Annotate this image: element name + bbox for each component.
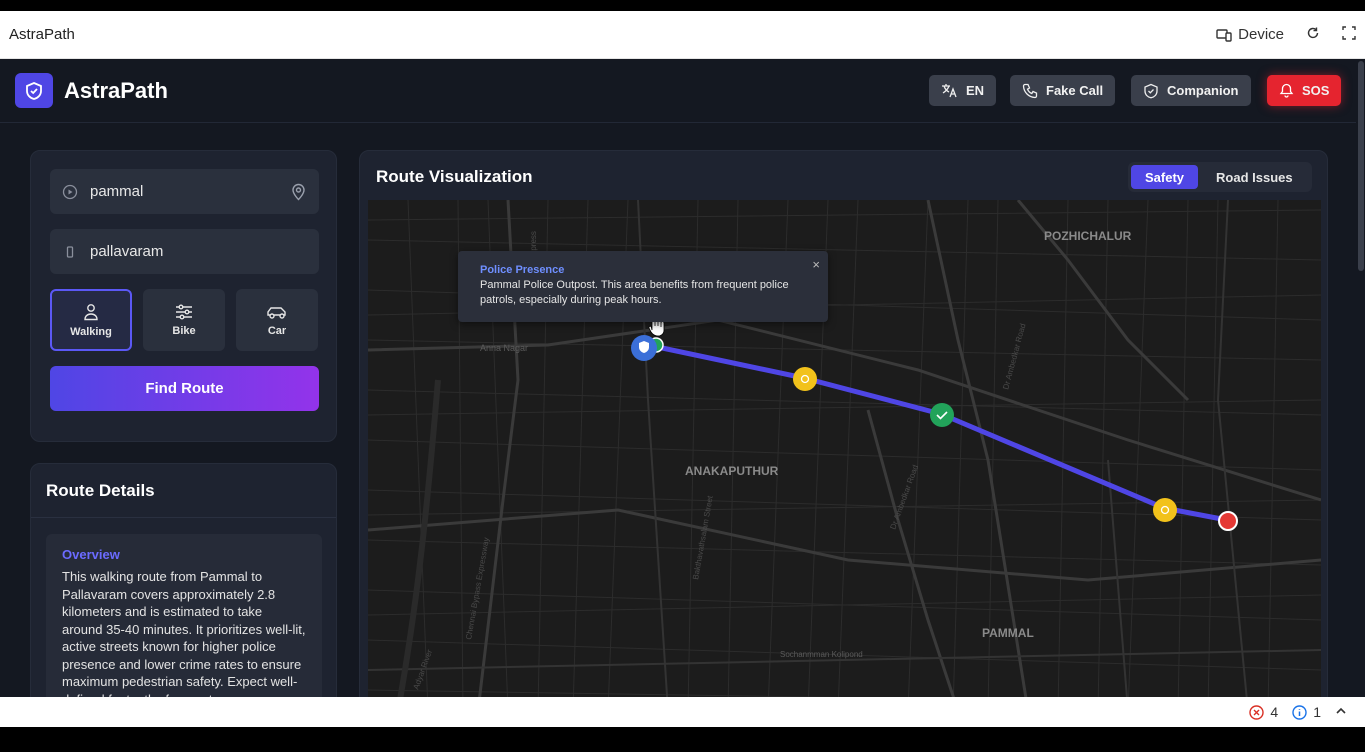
map-canvas[interactable]: POZHICHALUR ANAKAPUTHUR PAMMAL Anna Naga… (368, 200, 1321, 697)
find-route-button[interactable]: Find Route (50, 366, 319, 411)
translate-icon (942, 84, 957, 98)
caution-marker-2[interactable] (1153, 498, 1177, 522)
language-label: EN (966, 83, 985, 98)
app-root: AstraPath EN Fake Call Companion SOS pam… (0, 59, 1365, 697)
popup-body: Pammal Police Outpost. This area benefit… (480, 279, 789, 306)
overview-text: This walking route from Pammal to Pallav… (62, 569, 306, 697)
refresh-icon[interactable] (1306, 26, 1320, 44)
route-search-card: pammal pallavaram Walking Bike Car Find … (30, 150, 337, 442)
destination-marker[interactable] (1218, 511, 1238, 531)
device-icon (1216, 28, 1232, 42)
top-black-strip (0, 0, 1365, 11)
map-title: Route Visualization (376, 167, 533, 186)
tab-safety[interactable]: Safety (1131, 165, 1199, 189)
fake-call-label: Fake Call (1046, 83, 1104, 98)
mode-bike-label: Bike (172, 324, 196, 337)
sliders-icon (176, 304, 192, 319)
bottom-black-strip (0, 727, 1365, 752)
caution-marker-1[interactable] (793, 367, 817, 391)
brand-name: AstraPath (64, 78, 168, 103)
device-button[interactable]: Device (1216, 26, 1284, 43)
companion-button[interactable]: Companion (1131, 75, 1251, 106)
close-icon[interactable]: × (812, 257, 820, 272)
destination-value: pallavaram (90, 243, 164, 260)
shield-check-icon (1144, 83, 1158, 98)
sos-label: SOS (1302, 83, 1330, 98)
area-label-anakaputhur: ANAKAPUTHUR (685, 464, 779, 478)
car-icon (267, 306, 286, 319)
safe-checkpoint-marker[interactable] (930, 403, 954, 427)
logo-icon (15, 73, 53, 108)
sos-button[interactable]: SOS (1267, 75, 1342, 106)
preview-title: AstraPath (9, 26, 75, 43)
divider (31, 517, 336, 518)
language-button[interactable]: EN (929, 75, 997, 106)
mode-bike[interactable]: Bike (143, 289, 225, 351)
play-circle-icon (62, 184, 78, 200)
tab-road-issues[interactable]: Road Issues (1202, 165, 1307, 189)
police-presence-popup: Police Presence Pammal Police Outpost. T… (458, 251, 828, 322)
route-visualization-card: Route Visualization Safety Road Issues P… (359, 150, 1328, 697)
bell-icon (1279, 83, 1294, 98)
location-pin-icon[interactable] (290, 183, 307, 201)
info-circle-icon (1292, 704, 1307, 720)
status-bar: 4 1 (0, 697, 1365, 727)
popup-title: Police Presence (480, 264, 565, 276)
area-label-pammal: PAMMAL (982, 626, 1034, 640)
area-label-anna-nagar: Anna Nagar (480, 343, 528, 353)
origin-field[interactable]: pammal (50, 169, 319, 214)
error-circle-icon (1249, 704, 1265, 720)
companion-label: Companion (1167, 83, 1239, 98)
chevron-up-icon[interactable] (1335, 704, 1347, 720)
info-count: 1 (1313, 704, 1321, 720)
mode-car[interactable]: Car (236, 289, 318, 351)
fake-call-button[interactable]: Fake Call (1010, 75, 1116, 106)
overview-heading: Overview (62, 547, 120, 562)
origin-value: pammal (90, 183, 144, 200)
destination-field[interactable]: pallavaram (50, 229, 319, 274)
fullscreen-icon[interactable] (1342, 25, 1356, 44)
area-label-pozhichalur: POZHICHALUR (1044, 229, 1132, 243)
map-layer-toggle: Safety Road Issues (1128, 162, 1312, 192)
destination-marker-icon (62, 244, 78, 260)
errors-count: 4 (1270, 704, 1279, 720)
device-label: Device (1238, 26, 1284, 43)
app-header: AstraPath EN Fake Call Companion SOS (0, 59, 1365, 123)
errors-indicator[interactable]: 4 (1249, 704, 1278, 720)
route-details-title: Route Details (46, 481, 155, 500)
police-shield-marker[interactable] (631, 335, 657, 361)
route-details-card: Route Details Overview This walking rout… (30, 463, 337, 697)
mode-car-label: Car (267, 324, 287, 337)
scrollbar-thumb[interactable] (1358, 61, 1364, 271)
preview-bar: AstraPath Device (0, 11, 1365, 59)
mode-walking[interactable]: Walking (50, 289, 132, 351)
phone-icon (1022, 83, 1038, 98)
person-icon (84, 303, 98, 320)
overview-section: Overview This walking route from Pammal … (46, 534, 322, 697)
area-label-sochanmman: Sochanmman Kolipond (780, 650, 863, 659)
mode-walking-label: Walking (70, 325, 112, 338)
preview-controls: Device (1216, 25, 1356, 44)
info-indicator[interactable]: 1 (1292, 704, 1321, 720)
